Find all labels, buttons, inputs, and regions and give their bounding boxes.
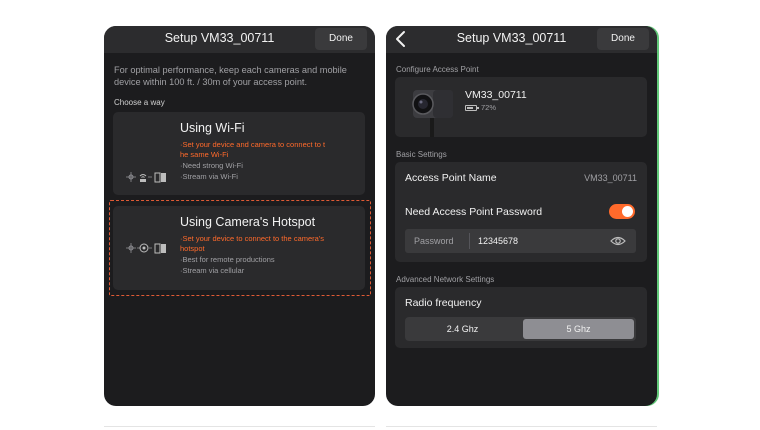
wifi-diagram-icon	[126, 172, 166, 183]
page-title: Setup VM33_00711	[456, 31, 567, 45]
radio-option-5ghz[interactable]: 5 Ghz	[523, 319, 634, 339]
access-point-config-screen: Setup VM33_00711 Done Configure Access P…	[386, 26, 657, 406]
battery-icon	[465, 105, 479, 111]
done-button[interactable]: Done	[597, 28, 649, 50]
hotspot-option-point-2: ·Stream via cellular	[180, 266, 245, 275]
nav-bar: Setup VM33_00711 Done	[104, 26, 375, 53]
eye-icon[interactable]	[610, 235, 626, 247]
done-button[interactable]: Done	[315, 28, 367, 50]
advanced-settings-panel: Radio frequency 2.4 Ghz 5 Ghz	[395, 287, 647, 348]
hotspot-diagram-icon	[126, 243, 166, 254]
nav-bar: Setup VM33_00711 Done	[386, 26, 657, 53]
toggle-knob	[622, 206, 633, 217]
chevron-left-icon[interactable]	[394, 30, 408, 48]
device-name: VM33_00711	[465, 89, 527, 101]
wifi-option-note-1: ·Set your device and camera to connect t…	[180, 140, 326, 149]
hotspot-option-card[interactable]: Using Camera's Hotspot ·Set your device …	[113, 206, 365, 290]
wifi-option-card[interactable]: Using Wi-Fi ·Set your device and camera …	[113, 112, 365, 195]
password-value[interactable]: 12345678	[478, 236, 518, 246]
setup-method-screen: Setup VM33_00711 Done For optimal perfor…	[104, 26, 375, 406]
divider	[386, 426, 657, 427]
wifi-option-point-2: ·Stream via Wi-Fi	[180, 172, 238, 181]
divider	[469, 233, 470, 249]
basic-settings-panel: Access Point Name VM33_00711 Need Access…	[395, 162, 647, 262]
hotspot-option-title: Using Camera's Hotspot	[180, 215, 316, 229]
radio-option-2-4ghz[interactable]: 2.4 Ghz	[407, 319, 518, 339]
need-password-toggle[interactable]	[609, 204, 635, 219]
ap-name-label: Access Point Name	[405, 172, 497, 184]
radio-frequency-selector: 2.4 Ghz 5 Ghz	[405, 317, 636, 341]
divider	[104, 426, 375, 427]
device-panel: VM33_00711 72%	[395, 77, 647, 137]
basic-settings-label: Basic Settings	[396, 150, 447, 159]
choose-way-label: Choose a way	[114, 98, 165, 107]
password-label: Password	[414, 236, 454, 246]
intro-text: For optimal performance, keep each camer…	[114, 65, 347, 87]
hotspot-option-point-1: ·Best for remote productions	[180, 255, 275, 264]
wifi-option-title: Using Wi-Fi	[180, 121, 245, 135]
hotspot-option-note-2: hotspot	[180, 244, 205, 253]
need-password-label: Need Access Point Password	[405, 206, 543, 218]
page-title: Setup VM33_00711	[164, 31, 275, 45]
password-field[interactable]: Password 12345678	[405, 229, 636, 253]
ap-name-value[interactable]: VM33_00711	[584, 173, 637, 183]
battery-level: 72%	[481, 103, 497, 112]
radio-frequency-label: Radio frequency	[405, 297, 482, 309]
wifi-option-point-1: ·Need strong Wi-Fi	[180, 161, 243, 170]
configure-section-label: Configure Access Point	[396, 65, 479, 74]
hotspot-option-note-1: ·Set your device to connect to the camer…	[180, 234, 325, 243]
advanced-settings-label: Advanced Network Settings	[396, 275, 495, 284]
camera-icon	[412, 90, 453, 137]
wifi-option-note-2: he same Wi-Fi	[180, 150, 229, 159]
